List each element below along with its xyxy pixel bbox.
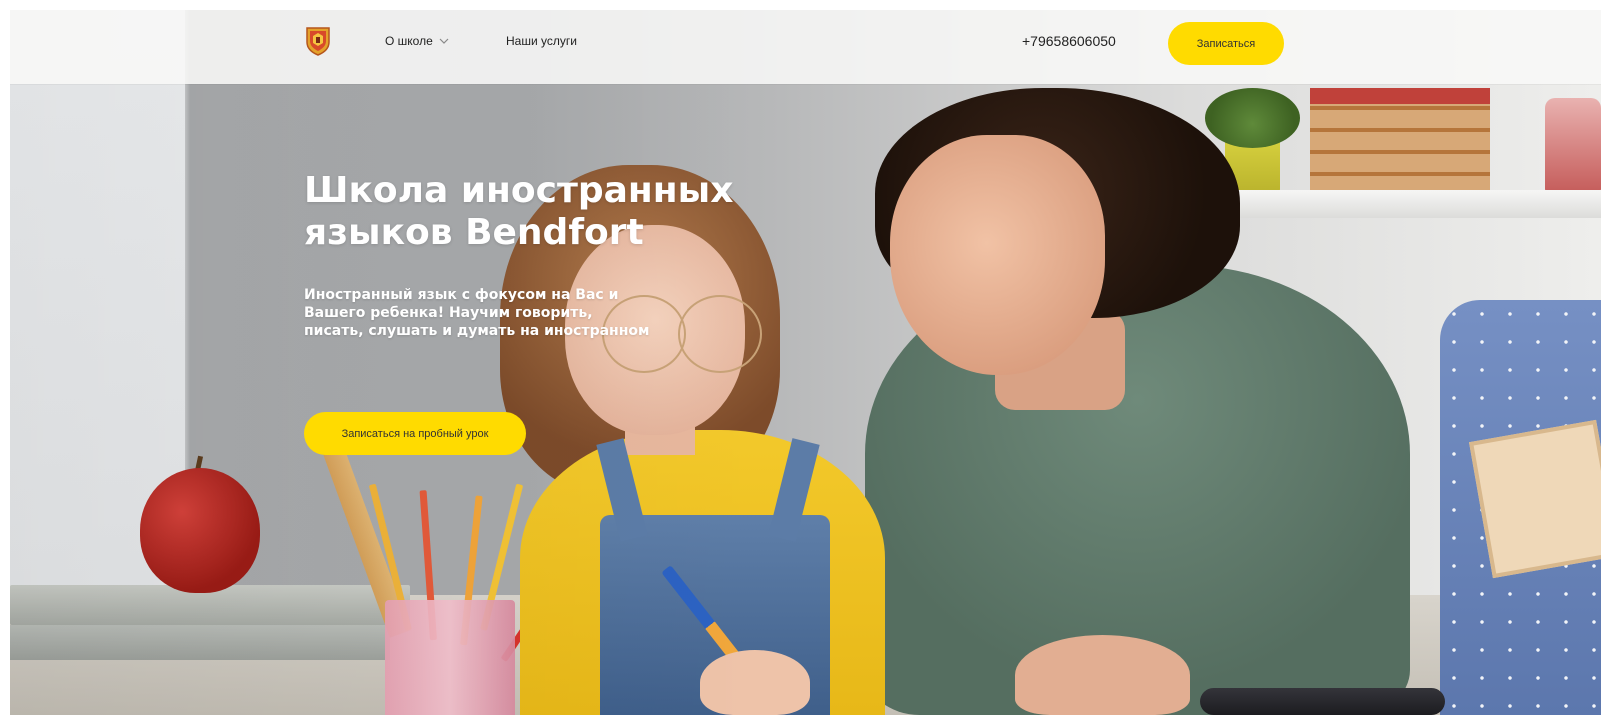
plant (1205, 88, 1300, 148)
shelf-book (1310, 88, 1490, 104)
nav-services[interactable]: Наши услуги (506, 34, 577, 48)
phone-link[interactable]: +79658606050 (1022, 33, 1116, 49)
drawing-board (1468, 419, 1601, 579)
school-crest-icon[interactable] (305, 26, 331, 56)
woman-hand (1015, 635, 1190, 715)
hero-subtitle: Иностранный язык с фокусом на Вас и Ваше… (304, 287, 650, 339)
site-header: О школе Наши услуги +79658606050 Записат… (10, 10, 1601, 84)
vase (1545, 98, 1601, 193)
trial-lesson-button[interactable]: Записаться на пробный урок (304, 412, 526, 455)
signup-button[interactable]: Записаться (1168, 22, 1284, 65)
woman-face (890, 135, 1105, 375)
hero-background-photo (10, 10, 1601, 715)
hero-title: Школа иностранных языков Bendfort (304, 170, 734, 253)
nav-about-school-label: О школе (385, 34, 433, 48)
nav-about-school[interactable]: О школе (385, 34, 449, 48)
shelf (1225, 190, 1601, 218)
chevron-down-icon (439, 38, 449, 44)
nav-services-label: Наши услуги (506, 34, 577, 48)
viewport: О школе Наши услуги +79658606050 Записат… (10, 10, 1601, 715)
page: О школе Наши услуги +79658606050 Записат… (0, 0, 1601, 715)
pen (1200, 688, 1445, 715)
hero-overlay (10, 10, 770, 715)
